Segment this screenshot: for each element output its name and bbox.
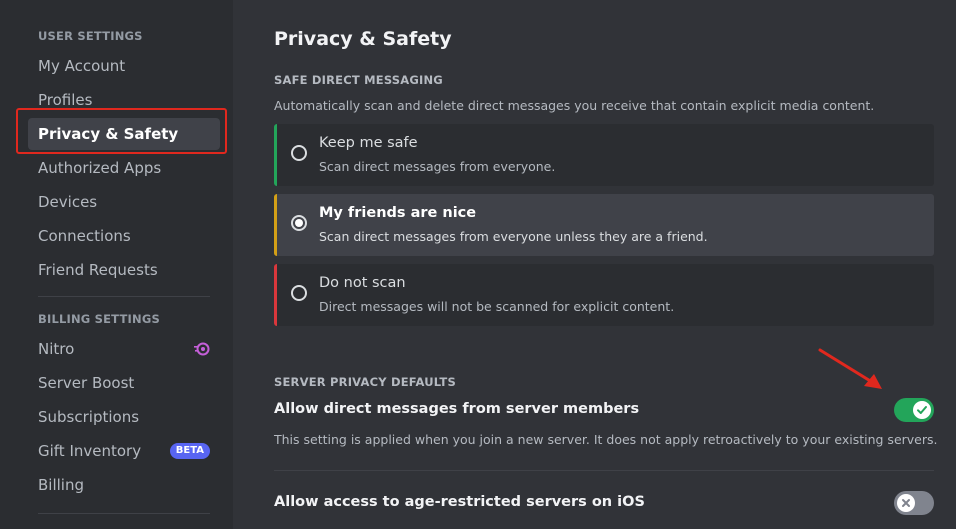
radio-button[interactable] (291, 285, 307, 301)
setting-description-allow-dms: This setting is applied when you join a … (274, 432, 938, 447)
radio-button-selected[interactable] (291, 215, 307, 231)
annotation-arrow-icon (818, 348, 882, 389)
option-keep-me-safe[interactable]: Keep me safe Scan direct messages from e… (274, 124, 934, 186)
safe-dm-description: Automatically scan and delete direct mes… (274, 98, 875, 113)
radio-button[interactable] (291, 145, 307, 161)
sidebar-item-subscriptions[interactable]: Subscriptions (28, 401, 220, 433)
sidebar-item-label: Gift Inventory (38, 442, 142, 460)
annotation-highlight-box (16, 108, 227, 154)
toggle-allow-dms[interactable] (894, 398, 934, 422)
toggle-age-restricted-ios[interactable] (894, 491, 934, 515)
option-description: Direct messages will not be scanned for … (319, 299, 675, 314)
billing-settings-header: Billing Settings (38, 312, 160, 326)
checkmark-icon (917, 406, 927, 414)
toggle-knob (897, 494, 915, 512)
sidebar-item-gift-inventory[interactable]: Gift Inventory BETA (28, 435, 220, 467)
nitro-icon (194, 342, 210, 356)
sidebar-item-server-boost[interactable]: Server Boost (28, 367, 220, 399)
page-title: Privacy & Safety (274, 28, 452, 50)
setting-title-age-restricted-ios: Allow access to age-restricted servers o… (274, 494, 645, 510)
option-description: Scan direct messages from everyone unles… (319, 229, 708, 244)
sidebar-divider (38, 513, 210, 514)
safe-dm-header: Safe Direct Messaging (274, 73, 443, 87)
setting-title-allow-dms: Allow direct messages from server member… (274, 401, 640, 417)
sidebar-item-connections[interactable]: Connections (28, 220, 220, 252)
option-title: Keep me safe (319, 135, 418, 151)
sidebar-item-label: Nitro (38, 340, 75, 358)
settings-sidebar: User Settings My Account Profiles Privac… (0, 0, 233, 529)
sidebar-item-friend-requests[interactable]: Friend Requests (28, 254, 220, 286)
option-do-not-scan[interactable]: Do not scan Direct messages will not be … (274, 264, 934, 326)
close-icon (902, 499, 910, 507)
option-title: My friends are nice (319, 205, 477, 221)
server-privacy-header: Server Privacy Defaults (274, 375, 456, 389)
sidebar-item-devices[interactable]: Devices (28, 186, 220, 218)
option-my-friends-are-nice[interactable]: My friends are nice Scan direct messages… (274, 194, 934, 256)
sidebar-item-my-account[interactable]: My Account (28, 50, 220, 82)
option-title: Do not scan (319, 275, 406, 291)
sidebar-item-nitro[interactable]: Nitro (28, 333, 220, 365)
option-description: Scan direct messages from everyone. (319, 159, 556, 174)
user-settings-header: User Settings (38, 29, 143, 43)
sidebar-divider (38, 296, 210, 297)
beta-badge: BETA (169, 443, 210, 459)
sidebar-item-billing[interactable]: Billing (28, 469, 220, 501)
toggle-knob (913, 401, 931, 419)
setting-divider (274, 470, 934, 471)
sidebar-item-authorized-apps[interactable]: Authorized Apps (28, 152, 220, 184)
